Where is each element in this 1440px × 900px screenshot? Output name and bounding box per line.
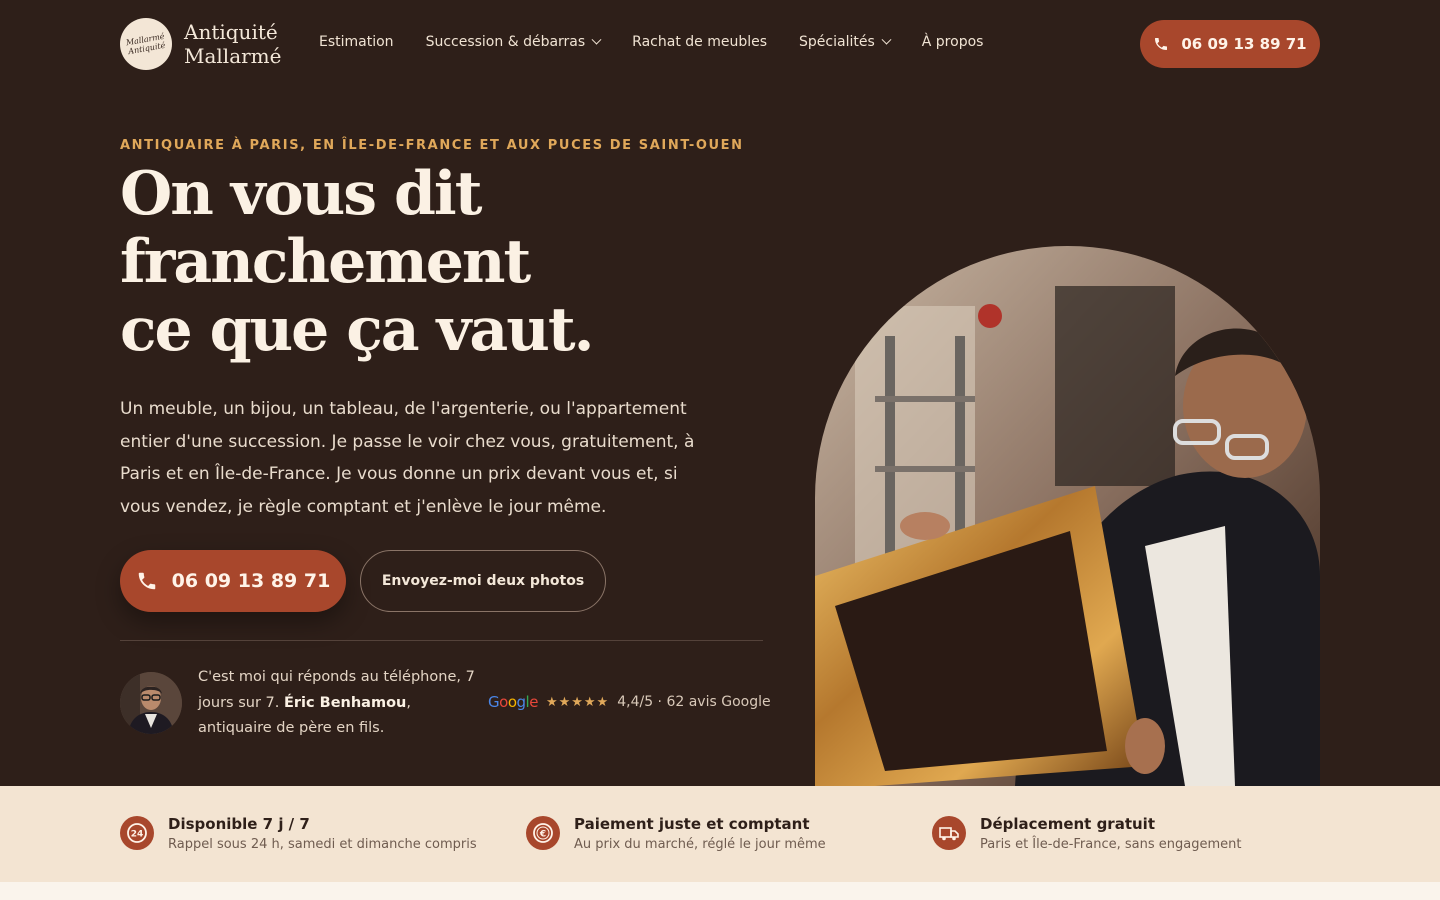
- star-rating-icon: ★★★★★: [545, 694, 610, 710]
- header-call-button[interactable]: 06 09 13 89 71: [1140, 20, 1320, 68]
- logo-badge-text: Mallarmé Antiquité: [125, 31, 167, 57]
- hero-eyebrow: ANTIQUAIRE À PARIS, EN ÎLE-DE-FRANCE ET …: [120, 138, 744, 153]
- menu-item-label: À propos: [921, 34, 984, 50]
- headline-line: ce que ça vaut.: [120, 295, 595, 365]
- feature-subtitle: Rappel sous 24 h, samedi et dimanche com…: [168, 837, 477, 852]
- call-button-label: 06 09 13 89 71: [171, 570, 331, 592]
- site-header: Mallarmé Antiquité Antiquité Mallarmé Es…: [0, 0, 1440, 88]
- feature-subtitle: Paris et Île-de-France, sans engagement: [980, 837, 1242, 852]
- feature-travel: Déplacement gratuit Paris et Île-de-Fran…: [932, 814, 1241, 856]
- menu-item-label: Rachat de meubles: [632, 34, 768, 50]
- headline-line: On vous dit: [120, 159, 482, 229]
- svg-text:24: 24: [131, 830, 144, 840]
- google-rating[interactable]: Google ★★★★★ 4,4/5 · 62 avis Google: [488, 693, 771, 711]
- euro-coin-icon: €: [526, 816, 560, 850]
- feature-title: Paiement juste et comptant: [574, 815, 810, 833]
- chevron-down-icon: [881, 34, 892, 45]
- clock-24-icon: 24: [120, 816, 154, 850]
- menu-item-a-propos[interactable]: À propos: [922, 34, 984, 50]
- logo-line-2: Mallarmé: [184, 44, 282, 68]
- next-section-edge: [0, 882, 1440, 900]
- antique-dealer-with-gilded-frame-image: [815, 246, 1320, 786]
- menu-item-estimation[interactable]: Estimation: [319, 34, 394, 50]
- feature-payment: € Paiement juste et comptant Au prix du …: [526, 814, 826, 856]
- owner-quote: C'est moi qui réponds au téléphone, 7 jo…: [198, 665, 478, 742]
- logo-line-1: Antiquité: [184, 20, 278, 44]
- menu-item-label: Succession & débarras: [425, 34, 586, 50]
- logo-badge: Mallarmé Antiquité: [120, 18, 172, 70]
- headline-line: franchement: [120, 227, 531, 297]
- google-logo: Google: [488, 693, 538, 711]
- menu-item-rachat[interactable]: Rachat de meubles: [632, 34, 767, 50]
- portrait-avatar-image: [120, 672, 182, 734]
- hero-photo: [815, 246, 1320, 786]
- phone-icon: [1155, 38, 1168, 50]
- main-menu: Estimation Succession & débarras Rachat …: [319, 34, 983, 50]
- chevron-down-icon: [591, 34, 602, 45]
- site-logo[interactable]: Mallarmé Antiquité Antiquité Mallarmé: [120, 18, 281, 70]
- menu-item-label: Estimation: [319, 34, 394, 50]
- call-button[interactable]: 06 09 13 89 71: [120, 550, 346, 612]
- logo-wordmark: Antiquité Mallarmé: [184, 20, 281, 68]
- send-photos-button[interactable]: Envoyez-moi deux photos: [360, 550, 606, 612]
- svg-text:€: €: [539, 830, 546, 840]
- hero-divider: [120, 640, 763, 641]
- hero-headline: On vous dit franchement ce que ça vaut.: [120, 160, 760, 364]
- feature-title: Déplacement gratuit: [980, 815, 1155, 833]
- delivery-truck-icon: [932, 816, 966, 850]
- header-call-label: 06 09 13 89 71: [1181, 35, 1307, 53]
- hero-lead: Un meuble, un bijou, un tableau, de l'ar…: [120, 399, 695, 517]
- menu-item-label: Spécialités: [799, 34, 875, 50]
- feature-availability: 24 Disponible 7 j / 7 Rappel sous 24 h, …: [120, 814, 477, 856]
- rating-text: 4,4/5 · 62 avis Google: [617, 694, 771, 710]
- avatar: [120, 672, 182, 734]
- menu-item-specialites[interactable]: Spécialités: [799, 34, 892, 50]
- phone-icon: [138, 572, 155, 590]
- owner-name: Éric Benhamou: [283, 694, 407, 711]
- feature-title: Disponible 7 j / 7: [168, 815, 310, 833]
- menu-item-succession[interactable]: Succession & débarras: [425, 34, 602, 50]
- feature-subtitle: Au prix du marché, réglé le jour même: [574, 837, 826, 852]
